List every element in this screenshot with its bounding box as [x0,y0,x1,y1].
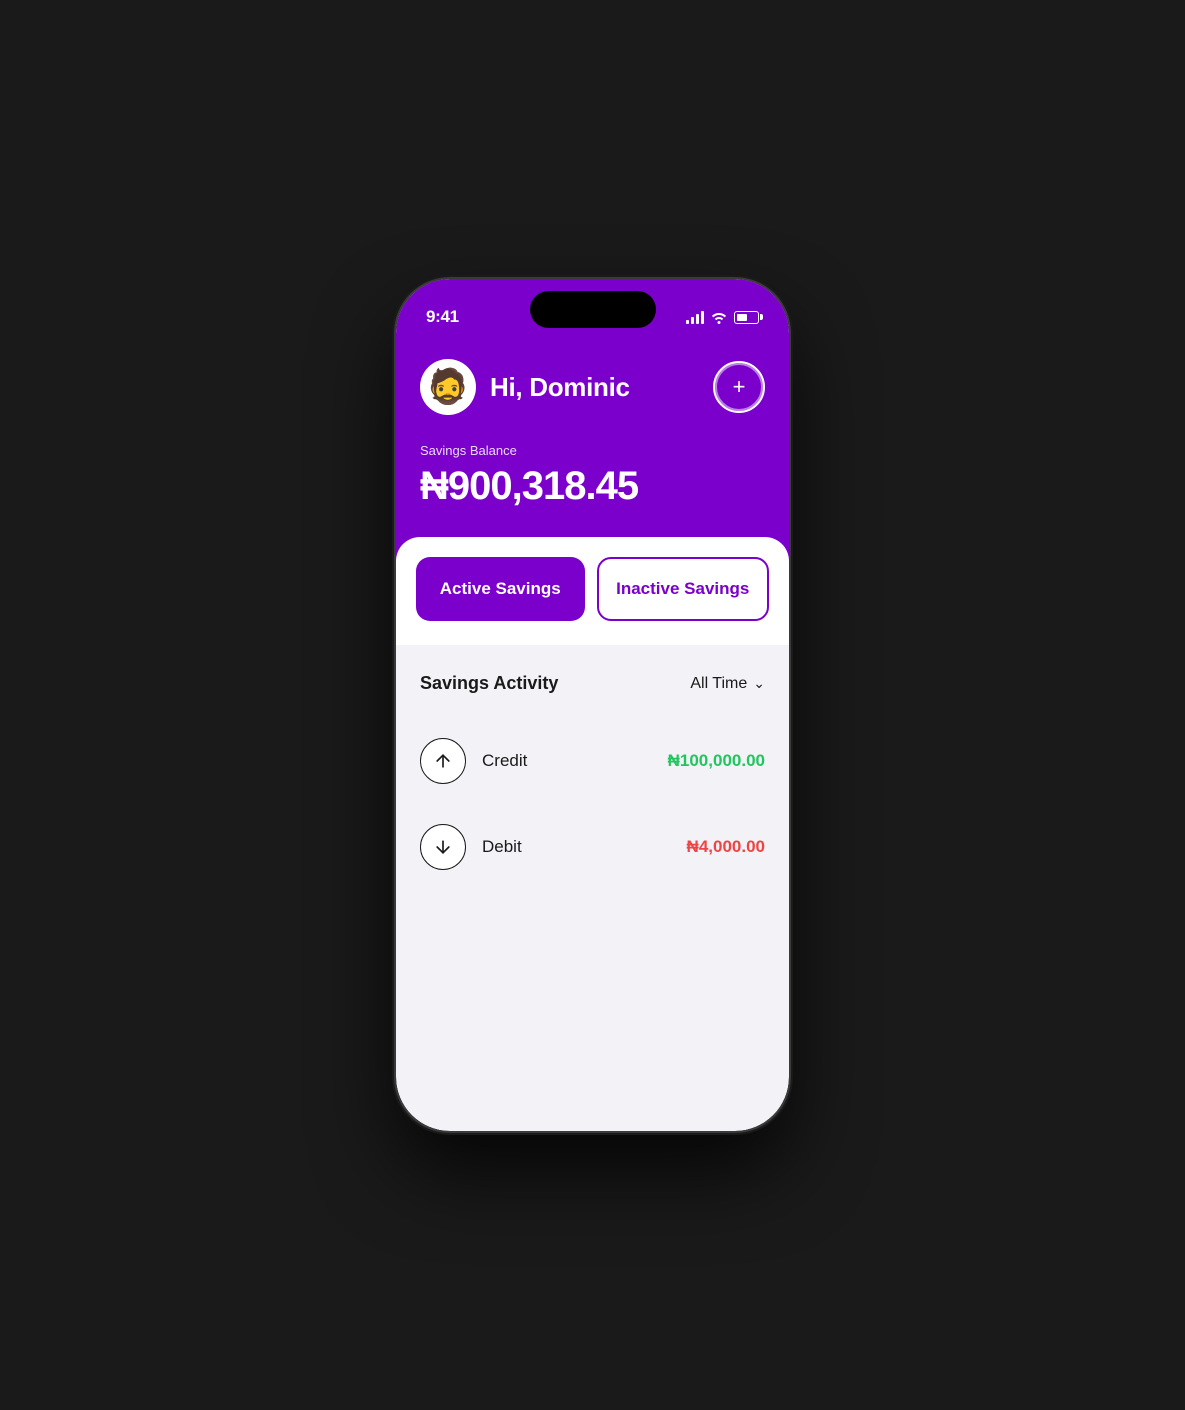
debit-icon [420,824,466,870]
activity-header: Savings Activity All Time ⌄ [420,645,765,702]
add-icon: + [733,376,746,398]
balance-label: Savings Balance [420,443,765,458]
credit-amount: ₦100,000.00 [668,751,765,771]
phone-frame: 9:41 [396,279,789,1131]
signal-bar-1 [686,320,689,324]
transaction-list: Credit ₦100,000.00 Debit [420,702,765,890]
tab-row: Active Savings Inactive Savings [416,557,769,621]
debit-label: Debit [482,837,522,857]
transaction-left-debit: Debit [420,824,522,870]
screen: 9:41 [396,279,789,1131]
signal-bar-4 [701,311,704,324]
balance-section: Savings Balance ₦900,318.45 [396,415,789,509]
transaction-item: Debit ₦4,000.00 [420,804,765,890]
filter-button[interactable]: All Time ⌄ [690,675,765,693]
transaction-item: Credit ₦100,000.00 [420,718,765,804]
wifi-icon [710,310,728,324]
signal-bar-3 [696,314,699,324]
inactive-savings-tab[interactable]: Inactive Savings [597,557,770,621]
battery-icon [734,311,759,324]
status-time: 9:41 [426,307,459,327]
add-button[interactable]: + [713,361,765,413]
active-savings-tab[interactable]: Active Savings [416,557,585,621]
signal-bars-icon [686,311,704,324]
greeting-text: Hi, Dominic [490,372,630,403]
status-icons [686,310,759,324]
chevron-down-icon: ⌄ [753,675,765,692]
tab-card: Active Savings Inactive Savings [396,537,789,645]
transaction-left-credit: Credit [420,738,527,784]
profile-row: 🧔 Hi, Dominic + [396,339,789,415]
balance-amount: ₦900,318.45 [420,464,765,509]
content-section: Savings Activity All Time ⌄ [396,645,789,890]
credit-label: Credit [482,751,527,771]
credit-icon [420,738,466,784]
profile-left: 🧔 Hi, Dominic [420,359,630,415]
debit-amount: ₦4,000.00 [687,837,765,857]
avatar: 🧔 [420,359,476,415]
dynamic-island [530,291,656,328]
activity-title: Savings Activity [420,673,558,694]
signal-bar-2 [691,317,694,324]
header-section: 9:41 [396,279,789,645]
filter-label: All Time [690,675,747,693]
